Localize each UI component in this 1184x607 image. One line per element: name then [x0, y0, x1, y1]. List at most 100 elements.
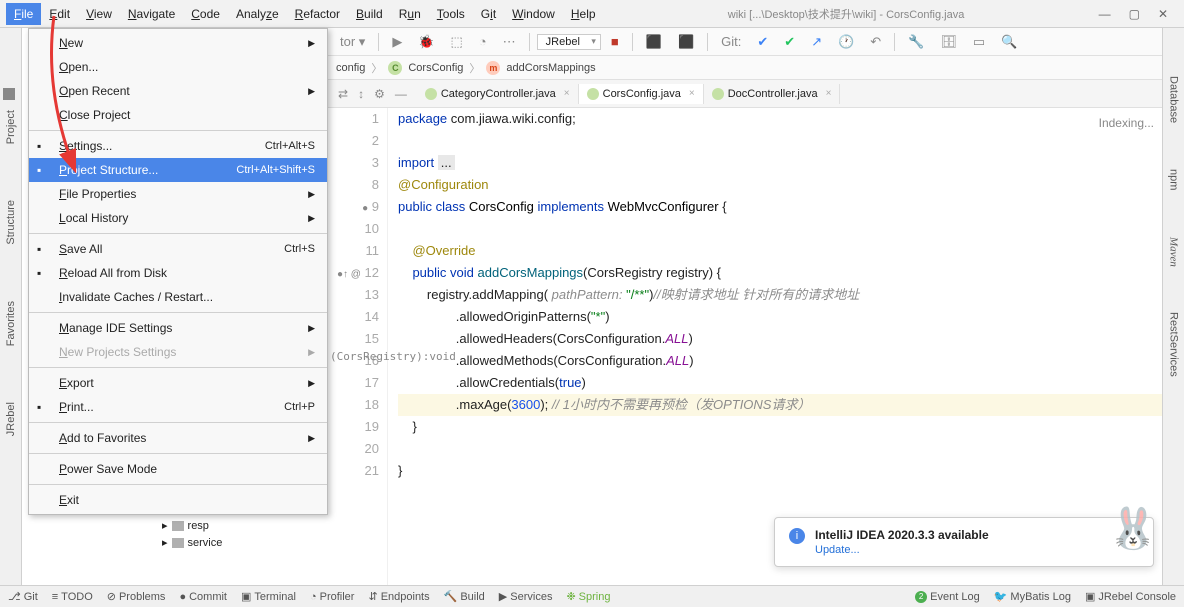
menu-run[interactable]: Run — [391, 3, 429, 25]
editor-tab[interactable]: CategoryController.java× — [417, 84, 579, 104]
menu-analyze[interactable]: Analyze — [228, 3, 287, 25]
profile-icon[interactable]: ◔ — [473, 32, 493, 51]
menu-item-invalidate-caches-restart[interactable]: Invalidate Caches / Restart... — [29, 285, 327, 309]
sb-spring[interactable]: ❉ Spring — [566, 590, 610, 603]
menu-item-local-history[interactable]: Local History▶ — [29, 206, 327, 230]
tree-item-resp[interactable]: ▸ resp — [22, 517, 328, 534]
reload-icon: ▪ — [37, 266, 51, 280]
tab-database[interactable]: Database — [1166, 68, 1182, 131]
menu-item-save-all[interactable]: ▪Save AllCtrl+S — [29, 237, 327, 261]
info-icon: i — [789, 528, 805, 544]
debug-icon[interactable]: 🐞 — [412, 32, 440, 52]
sb-endpoints[interactable]: ⇵ Endpoints — [368, 590, 429, 603]
coverage-icon[interactable]: ⬚ — [445, 32, 469, 52]
save-icon: ▪ — [37, 242, 51, 256]
tab-npm[interactable]: npm — [1166, 161, 1182, 198]
breadcrumb-pkg[interactable]: config — [336, 62, 365, 74]
target-dropdown[interactable]: tor ▾ — [334, 32, 371, 52]
menubar: File Edit View Navigate Code Analyze Ref… — [0, 0, 1184, 28]
close-icon[interactable]: ✕ — [1158, 7, 1168, 21]
menu-item-open[interactable]: Open... — [29, 55, 327, 79]
breadcrumb: config 〉 C CorsConfig 〉 m addCorsMapping… — [328, 56, 1184, 80]
hide-icon[interactable]: — — [395, 87, 407, 101]
sb-git[interactable]: ⎇ Git — [8, 590, 38, 603]
minimize-icon[interactable]: — — [1099, 7, 1111, 21]
menu-item-open-recent[interactable]: Open Recent▶ — [29, 79, 327, 103]
git-history-icon[interactable]: 🕐 — [832, 32, 860, 52]
sb-services[interactable]: ▶ Services — [499, 590, 553, 603]
tab-favorites[interactable]: Favorites — [3, 293, 19, 354]
menu-item-new-projects-settings[interactable]: New Projects Settings▶ — [29, 340, 327, 364]
method-icon: m — [486, 61, 500, 75]
menu-item-settings[interactable]: ▪Settings...Ctrl+Alt+S — [29, 134, 327, 158]
jr2-icon[interactable]: ⬛ — [672, 32, 700, 52]
menu-refactor[interactable]: Refactor — [287, 3, 348, 25]
expand-icon[interactable]: ⇄ — [338, 87, 348, 101]
gear-icon[interactable]: ⚙ — [374, 87, 385, 101]
jrebel-dropdown[interactable]: JRebel — [537, 34, 601, 50]
jr1-icon[interactable]: ⬛ — [640, 32, 668, 52]
structure-icon: ▪ — [37, 163, 51, 177]
tab-jrebel[interactable]: JRebel — [3, 394, 19, 444]
menu-help[interactable]: Help — [563, 3, 604, 25]
breadcrumb-method[interactable]: addCorsMappings — [506, 62, 595, 74]
menu-item-close-project[interactable]: Close Project — [29, 103, 327, 127]
menu-item-add-to-favorites[interactable]: Add to Favorites▶ — [29, 426, 327, 450]
sb-mybatis[interactable]: 🐦 MyBatis Log — [994, 590, 1071, 603]
maximize-icon[interactable]: ▢ — [1129, 7, 1140, 21]
tab-structure[interactable]: Structure — [3, 192, 19, 253]
git-rollback-icon[interactable]: ↶ — [864, 32, 887, 52]
sb-jrebel[interactable]: ▣ JRebel Console — [1085, 590, 1176, 603]
sb-build[interactable]: 🔨 Build — [444, 590, 485, 603]
sb-profiler[interactable]: ◔ Profiler — [310, 591, 355, 603]
wrench-icon[interactable]: 🔧 — [902, 32, 930, 52]
sb-terminal[interactable]: ▣ Terminal — [241, 590, 296, 603]
close-tab-icon[interactable]: × — [564, 88, 570, 99]
editor-tab[interactable]: CorsConfig.java× — [579, 84, 704, 104]
git-commit-icon[interactable]: ✔ — [778, 32, 801, 52]
menu-code[interactable]: Code — [183, 3, 228, 25]
menu-item-reload-all-from-disk[interactable]: ▪Reload All from Disk — [29, 261, 327, 285]
tree-item-service[interactable]: ▸ service — [22, 534, 328, 551]
menu-item-file-properties[interactable]: File Properties▶ — [29, 182, 327, 206]
menu-file[interactable]: File — [6, 3, 41, 25]
menu-item-exit[interactable]: Exit — [29, 488, 327, 512]
menu-item-new[interactable]: New▶ — [29, 31, 327, 55]
breadcrumb-class[interactable]: CorsConfig — [408, 62, 463, 74]
sb-commit[interactable]: ● Commit — [179, 591, 227, 603]
run-icon[interactable]: ▶ — [386, 32, 408, 52]
menu-git[interactable]: Git — [473, 3, 504, 25]
menu-window[interactable]: Window — [504, 3, 563, 25]
menu-item-project-structure[interactable]: ▪Project Structure...Ctrl+Alt+Shift+S — [29, 158, 327, 182]
menu-view[interactable]: View — [78, 3, 120, 25]
menu-item-print[interactable]: ▪Print...Ctrl+P — [29, 395, 327, 419]
java-file-icon — [587, 88, 599, 100]
tab-project[interactable]: Project — [3, 88, 19, 152]
more-run-icon[interactable]: ⋯ — [497, 32, 522, 52]
code-editor[interactable]: 1238● 91011●↑ @ 12131415161718192021 pac… — [328, 108, 1162, 585]
editor-tab[interactable]: DocController.java× — [704, 84, 841, 104]
menu-tools[interactable]: Tools — [429, 3, 473, 25]
folder-icon[interactable]: ▭ — [967, 32, 991, 52]
menu-item-export[interactable]: Export▶ — [29, 371, 327, 395]
close-tab-icon[interactable]: × — [826, 88, 832, 99]
tab-maven[interactable]: Maven — [1166, 229, 1182, 275]
sb-problems[interactable]: ⊘ Problems — [107, 590, 166, 603]
menu-edit[interactable]: Edit — [41, 3, 78, 25]
search-icon[interactable]: 🔍 — [995, 32, 1023, 52]
menu-item-manage-ide-settings[interactable]: Manage IDE Settings▶ — [29, 316, 327, 340]
update-link[interactable]: Update... — [815, 544, 860, 556]
tab-restservices[interactable]: RestServices — [1166, 304, 1182, 385]
mascot-icon: 🐰 — [1108, 505, 1158, 552]
menu-item-power-save-mode[interactable]: Power Save Mode — [29, 457, 327, 481]
close-tab-icon[interactable]: × — [689, 88, 695, 99]
collapse-icon[interactable]: ↕ — [358, 87, 364, 101]
menu-navigate[interactable]: Navigate — [120, 3, 183, 25]
db-icon[interactable]: 🗄 — [934, 32, 963, 52]
menu-build[interactable]: Build — [348, 3, 391, 25]
sb-todo[interactable]: ≡ TODO — [52, 591, 93, 603]
sb-eventlog[interactable]: 2 Event Log — [915, 591, 980, 603]
git-push-icon[interactable]: ↗ — [805, 32, 828, 52]
stop-icon[interactable]: ■ — [605, 32, 625, 51]
git-update-icon[interactable]: ✔ — [751, 32, 774, 52]
